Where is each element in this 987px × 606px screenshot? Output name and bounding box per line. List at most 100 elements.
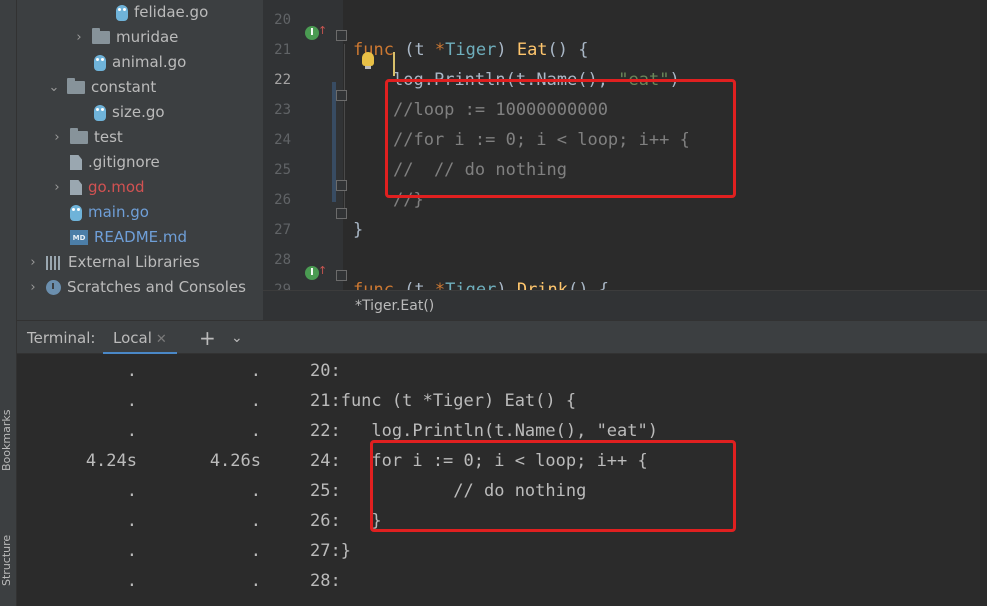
tree-item[interactable]: size.go [94, 100, 165, 125]
cum-time: . [250, 391, 261, 411]
fold-icon[interactable] [336, 90, 347, 101]
code-token: () { [547, 40, 589, 60]
code-token: Tiger [445, 40, 497, 60]
flat-time: . [126, 391, 137, 411]
source-line: 27:} [310, 541, 351, 561]
flat-time: . [126, 511, 137, 531]
file-icon [70, 155, 82, 170]
tree-item-label: Scratches and Consoles [67, 278, 246, 296]
tree-item[interactable]: › muridae [72, 25, 178, 50]
structure-tab[interactable]: Structure [0, 520, 17, 600]
scratch-icon [46, 280, 61, 295]
cum-time: . [250, 541, 261, 561]
line-number[interactable]: 24 [263, 125, 291, 155]
tree-item-label: .gitignore [88, 153, 160, 171]
file-icon [70, 180, 82, 195]
fold-icon[interactable] [336, 30, 347, 41]
breadcrumb[interactable]: *Tiger.Eat() [343, 290, 987, 320]
code-token: * [434, 40, 446, 60]
flat-time: . [126, 421, 137, 441]
fold-icon[interactable] [336, 208, 347, 219]
tab-local-label: Local [113, 329, 152, 347]
source-line: 21:func (t *Tiger) Eat() { [310, 391, 577, 411]
chevron-down-icon[interactable]: ⌄ [231, 321, 243, 355]
line-number[interactable]: 22 [263, 65, 291, 95]
tree-item-label: animal.go [112, 53, 187, 71]
tree-item-label: External Libraries [68, 253, 200, 271]
terminal-title: Terminal: [27, 329, 96, 347]
go-file-icon [70, 204, 82, 221]
tree-item[interactable]: › External Libraries [26, 250, 200, 275]
add-terminal-button[interactable]: + [199, 321, 216, 355]
cum-time: 4.26s [209, 451, 261, 471]
chevron-right-icon[interactable]: › [26, 250, 40, 275]
tree-item[interactable]: › test [50, 125, 123, 150]
chevron-right-icon[interactable]: › [72, 25, 86, 50]
breadcrumb-gutter [263, 290, 343, 320]
cum-time: . [250, 511, 261, 531]
chevron-right-icon[interactable]: › [50, 125, 64, 150]
cum-time: . [250, 421, 261, 441]
flat-time: 4.24s [85, 451, 137, 471]
markdown-icon: MD [70, 230, 88, 245]
folder-icon [70, 128, 88, 144]
tree-item-label: felidae.go [134, 3, 209, 21]
tree-item[interactable]: › Scratches and Consoles [26, 275, 246, 300]
tree-item-label: go.mod [88, 178, 145, 196]
implements-arrow-icon: ↑ [318, 264, 328, 277]
go-file-icon [116, 4, 128, 21]
bookmarks-tab[interactable]: Bookmarks [0, 400, 17, 480]
tree-item[interactable]: MD README.md [70, 225, 187, 250]
implements-icon[interactable]: I [305, 26, 319, 40]
folder-icon [67, 78, 85, 94]
cum-time: . [250, 361, 261, 381]
tree-item[interactable]: ⌄ constant [47, 75, 156, 100]
flat-time: . [126, 361, 137, 381]
source-line: 20: [310, 361, 341, 381]
tree-item-label: size.go [112, 103, 165, 121]
terminal-line: .. 27:} [17, 536, 977, 566]
terminal-highlight-box [370, 440, 736, 532]
code-token: Eat [516, 40, 548, 60]
code-token: func [353, 40, 405, 60]
tree-item[interactable]: › go.mod [50, 175, 145, 200]
line-number[interactable]: 21 [263, 35, 291, 65]
terminal-line: .. 20: [17, 356, 977, 386]
tool-window-stripe: Bookmarks Structure [0, 0, 17, 606]
chevron-right-icon[interactable]: › [26, 275, 40, 300]
lightbulb-icon[interactable] [362, 52, 374, 69]
tree-item-label: test [94, 128, 123, 146]
terminal-toolbar: Terminal: Local ✕ + ⌄ [17, 320, 987, 355]
chevron-right-icon[interactable]: › [50, 175, 64, 200]
tab-local[interactable]: Local ✕ [103, 321, 177, 355]
line-number[interactable]: 27 [263, 215, 291, 245]
tree-item[interactable]: .gitignore [70, 150, 160, 175]
source-line: 28: [310, 571, 341, 591]
tree-item-label: README.md [94, 228, 188, 246]
line-number[interactable]: 25 [263, 155, 291, 185]
line-number[interactable]: 28 [263, 245, 291, 275]
editor-highlight-box [385, 79, 736, 198]
tree-item[interactable]: animal.go [94, 50, 186, 75]
implements-icon[interactable]: I [305, 266, 319, 280]
line-number[interactable]: 26 [263, 185, 291, 215]
tree-item-label: muridae [116, 28, 179, 46]
project-tree: felidae.go › muridae animal.go ⌄ constant size… [17, 0, 263, 320]
fold-icon[interactable] [336, 180, 347, 191]
go-file-icon [94, 104, 106, 121]
fold-icon[interactable] [336, 270, 347, 281]
terminal-line: .. 28: [17, 566, 977, 596]
line-number[interactable]: 20 [263, 5, 291, 35]
flat-time: . [126, 571, 137, 591]
close-icon[interactable]: ✕ [156, 332, 167, 347]
tree-item[interactable]: main.go [70, 200, 149, 225]
cum-time: . [250, 481, 261, 501]
line-number[interactable]: 23 [263, 95, 291, 125]
tree-item[interactable]: felidae.go [116, 0, 208, 25]
code-token: } [353, 220, 364, 240]
code-token: ) [496, 40, 517, 60]
chevron-down-icon[interactable]: ⌄ [47, 75, 61, 100]
folder-icon [92, 28, 110, 44]
code-line[interactable]: func (t *Tiger) Eat() { [353, 35, 589, 65]
code-line[interactable]: } [353, 215, 363, 245]
